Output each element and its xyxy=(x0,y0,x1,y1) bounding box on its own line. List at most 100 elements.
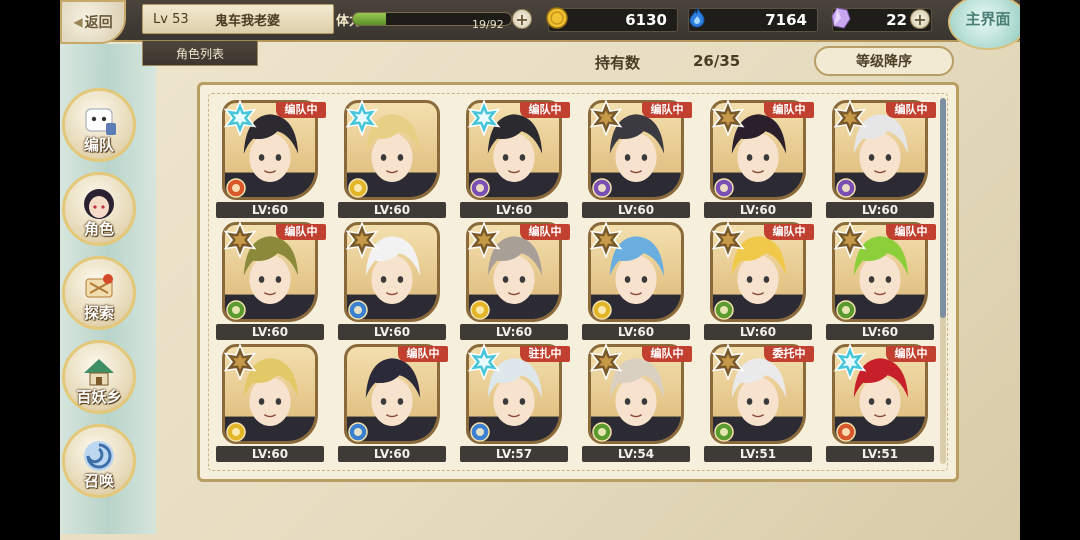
player-name: 鬼车我老婆 xyxy=(215,13,281,29)
level-label: LV:60 xyxy=(460,324,568,340)
roster-scroll-thumb[interactable] xyxy=(940,98,946,318)
character-card[interactable]: 编队中 LV:60 xyxy=(216,100,326,220)
player-info: Lv 53 鬼车我老婆 xyxy=(142,4,334,34)
nav-explore[interactable]: 探索 xyxy=(62,256,136,330)
bronze-star-icon xyxy=(711,100,745,136)
character-card[interactable]: 编队中 LV:60 xyxy=(216,222,326,342)
light-element-icon xyxy=(470,300,490,320)
sort-button[interactable]: 等级降序 xyxy=(814,46,954,76)
nav-explore-label: 探索 xyxy=(83,304,114,322)
player-level: Lv 53 xyxy=(153,11,189,27)
stamina-fill xyxy=(353,13,386,25)
wind-element-icon xyxy=(714,422,734,442)
level-label: LV:54 xyxy=(582,446,690,462)
wind-element-icon xyxy=(714,300,734,320)
wind-element-icon xyxy=(226,300,246,320)
character-card[interactable]: LV:60 xyxy=(338,100,448,220)
water-element-icon xyxy=(348,300,368,320)
status-badge: 编队中 xyxy=(886,346,936,362)
level-label: LV:60 xyxy=(216,446,324,462)
dark-element-icon xyxy=(592,178,612,198)
level-label: LV:60 xyxy=(460,202,568,218)
stamina-value: 19/92 xyxy=(472,18,504,31)
character-card[interactable]: 编队中 LV:60 xyxy=(582,100,692,220)
character-card[interactable]: 编队中 LV:60 xyxy=(460,100,570,220)
wind-element-icon xyxy=(836,300,856,320)
status-badge: 编队中 xyxy=(764,224,814,240)
character-card[interactable]: 编队中 LV:54 xyxy=(582,344,692,464)
nav-summon-label: 召唤 xyxy=(83,472,114,490)
nav-village[interactable]: 百妖乡 xyxy=(62,340,136,414)
character-card[interactable]: 编队中 LV:60 xyxy=(338,344,448,464)
bronze-star-icon xyxy=(467,222,501,258)
gold-coin-icon xyxy=(546,7,568,29)
owned-label: 持有数 xyxy=(595,54,641,72)
fire-element-icon xyxy=(226,178,246,198)
light-element-icon xyxy=(226,422,246,442)
status-badge: 编队中 xyxy=(276,224,326,240)
status-badge: 编队中 xyxy=(642,102,692,118)
character-card[interactable]: 编队中 LV:60 xyxy=(826,222,936,342)
blue-star-icon xyxy=(345,100,379,136)
level-label: LV:60 xyxy=(338,202,446,218)
home-button[interactable]: 主界面 xyxy=(948,0,1020,50)
character-card[interactable]: 编队中 LV:60 xyxy=(460,222,570,342)
level-label: LV:60 xyxy=(338,446,446,462)
level-label: LV:60 xyxy=(216,202,324,218)
nav-team[interactable]: 编队 xyxy=(62,88,136,162)
owned-count: 26/35 xyxy=(693,52,741,70)
dark-element-icon xyxy=(470,178,490,198)
light-element-icon xyxy=(592,300,612,320)
fire-element-icon xyxy=(836,422,856,442)
water-element-icon xyxy=(348,422,368,442)
nav-village-label: 百妖乡 xyxy=(76,388,122,406)
character-card[interactable]: 驻扎中 LV:57 xyxy=(460,344,570,464)
back-arrow-icon: ◀ xyxy=(73,15,83,29)
level-label: LV:60 xyxy=(338,324,446,340)
nav-summon[interactable]: 召唤 xyxy=(62,424,136,498)
character-card[interactable]: 编队中 LV:60 xyxy=(826,100,936,220)
blue-star-icon xyxy=(223,100,257,136)
level-label: LV:51 xyxy=(704,446,812,462)
character-card[interactable]: LV:60 xyxy=(582,222,692,342)
character-card[interactable]: LV:60 xyxy=(338,222,448,342)
status-badge: 编队中 xyxy=(276,102,326,118)
dark-element-icon xyxy=(836,178,856,198)
level-label: LV:60 xyxy=(216,324,324,340)
status-badge: 编队中 xyxy=(520,102,570,118)
bronze-star-icon xyxy=(223,222,257,258)
character-card[interactable]: 委托中 LV:51 xyxy=(704,344,814,464)
status-badge: 委托中 xyxy=(764,346,814,362)
level-label: LV:51 xyxy=(826,446,934,462)
character-card[interactable]: 编队中 LV:60 xyxy=(704,222,814,342)
crystal-icon xyxy=(831,7,851,29)
crystal-value: 22 xyxy=(886,11,907,29)
bronze-star-icon xyxy=(589,344,623,380)
status-badge: 编队中 xyxy=(642,346,692,362)
bronze-star-icon xyxy=(711,222,745,258)
nav-character[interactable]: 角色 xyxy=(62,172,136,246)
level-label: LV:60 xyxy=(704,324,812,340)
light-element-icon xyxy=(348,178,368,198)
blue-star-icon xyxy=(467,344,501,380)
bronze-star-icon xyxy=(711,344,745,380)
section-tab: 角色列表 xyxy=(142,40,258,66)
back-button[interactable]: ◀ 返回 xyxy=(60,0,126,44)
nav-team-label: 编队 xyxy=(83,136,114,154)
status-badge: 编队中 xyxy=(764,102,814,118)
character-card[interactable]: 编队中 LV:51 xyxy=(826,344,936,464)
bronze-star-icon xyxy=(223,344,257,380)
crystal-plus-button[interactable]: + xyxy=(910,9,930,29)
character-card[interactable]: 编队中 LV:60 xyxy=(704,100,814,220)
character-card[interactable]: LV:60 xyxy=(216,344,326,464)
status-badge: 编队中 xyxy=(886,102,936,118)
stamina-plus-button[interactable]: + xyxy=(512,9,532,29)
bronze-star-icon xyxy=(833,222,867,258)
level-label: LV:60 xyxy=(704,202,812,218)
nav-character-label: 角色 xyxy=(83,220,114,238)
level-label: LV:60 xyxy=(826,202,934,218)
bronze-star-icon xyxy=(589,100,623,136)
bronze-star-icon xyxy=(345,222,379,258)
status-badge: 编队中 xyxy=(398,346,448,362)
water-element-icon xyxy=(470,422,490,442)
